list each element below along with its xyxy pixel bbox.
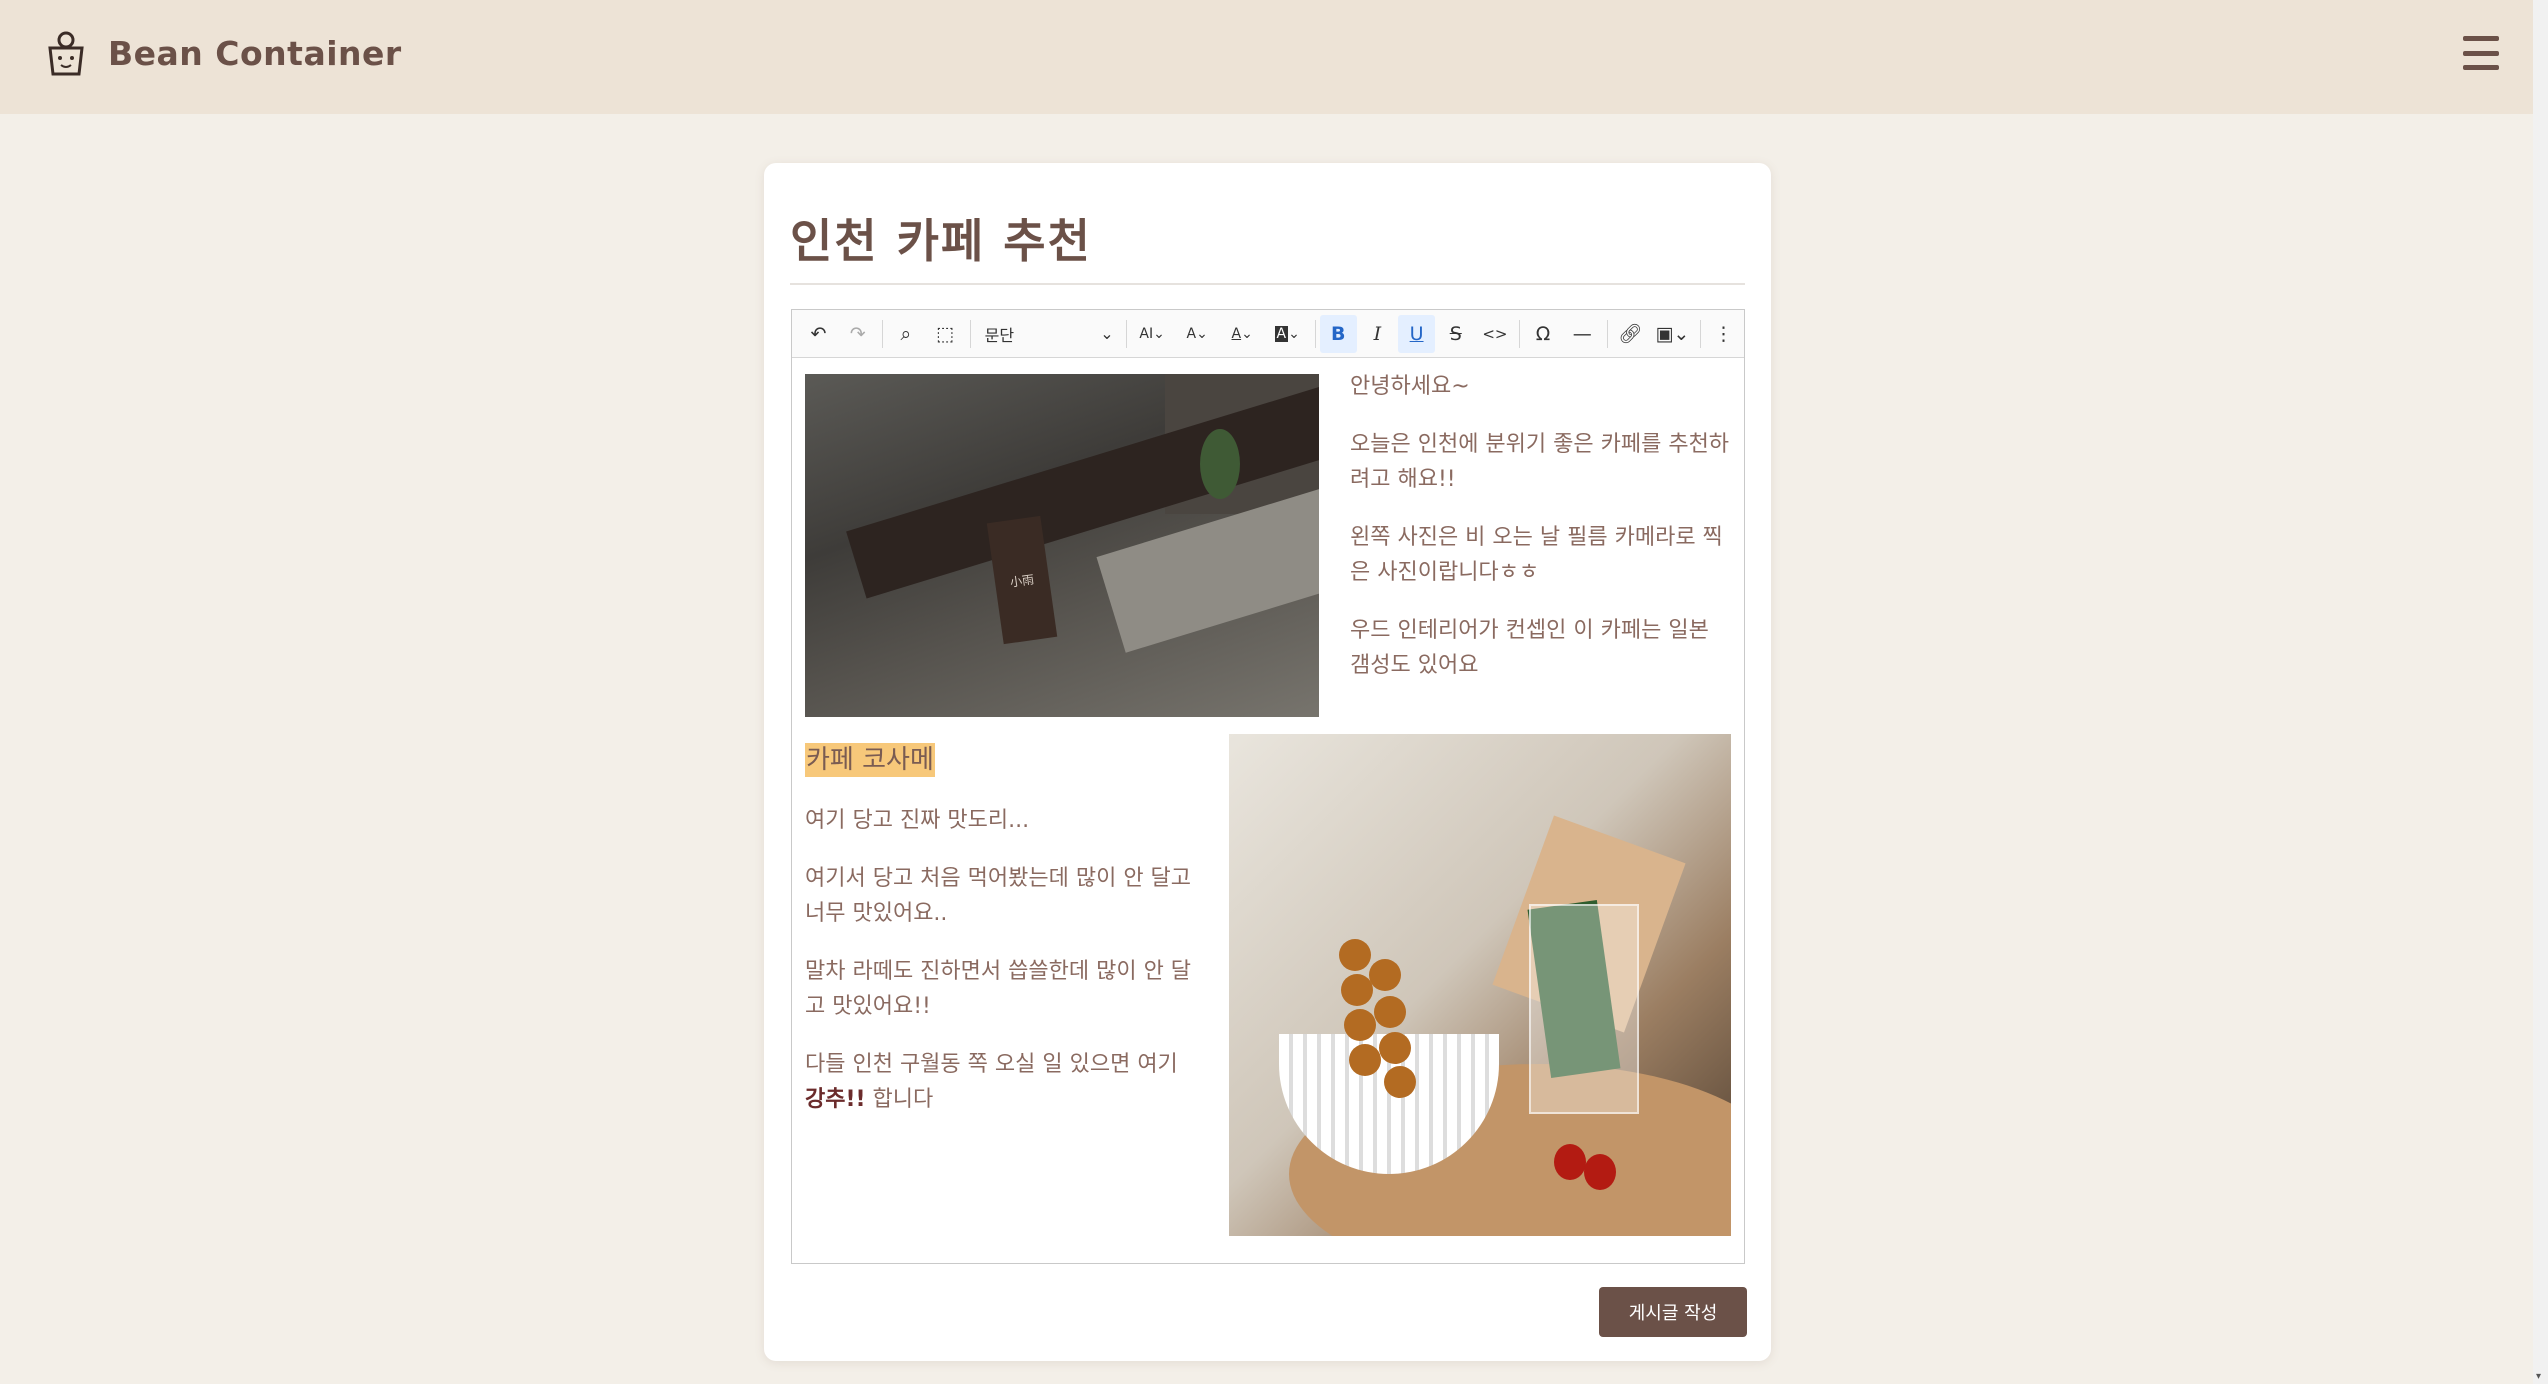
font-size-dropdown[interactable]: A ⌄ — [1176, 315, 1219, 353]
font-color-dropdown[interactable]: A ⌄ — [1221, 315, 1264, 353]
toolbar-divider — [1699, 319, 1701, 348]
toolbar-divider — [1314, 319, 1316, 348]
paragraph-style-dropdown[interactable]: 문단 ⌄ — [975, 316, 1122, 352]
background-color-dropdown[interactable]: A ⌄ — [1266, 315, 1309, 353]
underline-button[interactable]: U — [1398, 314, 1436, 353]
toolbar-divider — [1606, 319, 1608, 348]
paragraph: 여기서 당고 처음 먹어봤는데 많이 안 달고 너무 맛있어요.. — [805, 866, 1192, 926]
code-button[interactable]: <> — [1476, 315, 1513, 353]
paragraph: 다들 인천 구월동 쪽 오실 일 있으면 여기 강추!! 합니다 — [805, 1052, 1178, 1112]
font-family-dropdown[interactable]: AI ⌄ — [1131, 315, 1174, 353]
image-upload-icon[interactable]: ▣⌄ — [1651, 315, 1694, 353]
review-text-block[interactable]: 여기 당고 진짜 맛도리... 여기서 당고 처음 먹어봤는데 많이 안 달고 … — [805, 803, 1205, 1140]
paragraph: 오늘은 인천에 분위기 좋은 카페를 추천하려고 해요!! — [1350, 432, 1730, 492]
italic-button[interactable]: I — [1359, 315, 1396, 353]
more-vertical-icon[interactable]: ⋮ — [1705, 315, 1742, 353]
toolbar-divider — [882, 319, 884, 348]
paragraph: 말차 라떼도 진하면서 씁쓸한데 많이 안 달고 맛있어요!! — [805, 959, 1192, 1019]
chevron-down-icon: ⌄ — [1100, 324, 1114, 343]
paragraph: 여기 당고 진짜 맛도리... — [805, 808, 1030, 833]
link-icon[interactable]: 🔗︎ — [1612, 315, 1649, 353]
paragraph-style-value: 문단 — [984, 325, 1015, 345]
horizontal-line-button[interactable]: — — [1564, 315, 1601, 353]
select-all-icon[interactable]: ⬚ — [926, 315, 963, 353]
bold-recommend-text: 강추!! — [805, 1087, 866, 1112]
dango-photo[interactable] — [1229, 734, 1731, 1236]
strikethrough-button[interactable]: S — [1437, 315, 1474, 353]
editor-toolbar: ↶ ↷ ⌕ ⬚ 문단 ⌄ AI ⌄ A ⌄ A ⌄ A ⌄ B I U S <> Ω — — [792, 310, 1744, 358]
vertical-scrollbar[interactable]: ▾ — [2533, 0, 2548, 1384]
post-editor-card: 인천 카페 추천 ↶ ↷ ⌕ ⬚ 문단 ⌄ AI ⌄ A ⌄ A ⌄ A ⌄ B I U… — [764, 163, 1771, 1361]
top-bar: Bean Container — [0, 0, 2533, 114]
paragraph: 왼쪽 사진은 비 오는 날 필름 카메라로 찍은 사진이랍니다ㅎㅎ — [1350, 525, 1723, 585]
intro-text-block[interactable]: 안녕하세요~ 오늘은 인천에 분위기 좋은 카페를 추천하려고 해요!! 왼쪽 … — [1350, 369, 1736, 706]
toolbar-divider — [1519, 319, 1521, 348]
rainy-cafe-photo[interactable]: 小雨 — [805, 374, 1319, 717]
highlighted-heading: 카페 코사메 — [805, 743, 935, 777]
paragraph: 우드 인테리어가 컨셉인 이 카페는 일본 갬성도 있어요 — [1350, 618, 1709, 678]
toolbar-divider — [969, 319, 971, 348]
post-title[interactable]: 인천 카페 추천 — [790, 205, 1092, 271]
editor-content[interactable]: 小雨 안녕하세요~ 오늘은 인천에 분위기 좋은 카페를 추천하려고 해요!! … — [792, 359, 1744, 1263]
special-character-button[interactable]: Ω — [1524, 315, 1561, 353]
toolbar-divider — [1125, 319, 1127, 348]
undo-icon[interactable]: ↶ — [800, 315, 837, 353]
cup-face-icon[interactable] — [44, 30, 88, 78]
redo-icon[interactable]: ↷ — [839, 315, 876, 353]
title-divider — [790, 283, 1745, 285]
paragraph: 안녕하세요~ — [1350, 374, 1470, 399]
bold-button[interactable]: B — [1319, 314, 1357, 353]
rich-text-editor[interactable]: ↶ ↷ ⌕ ⬚ 문단 ⌄ AI ⌄ A ⌄ A ⌄ A ⌄ B I U S <> Ω — — [791, 309, 1745, 1264]
find-replace-icon[interactable]: ⌕ — [887, 315, 924, 353]
brand-name[interactable]: Bean Container — [108, 34, 402, 73]
hamburger-icon[interactable] — [2463, 36, 2499, 70]
submit-post-button[interactable]: 게시글 작성 — [1599, 1287, 1747, 1337]
